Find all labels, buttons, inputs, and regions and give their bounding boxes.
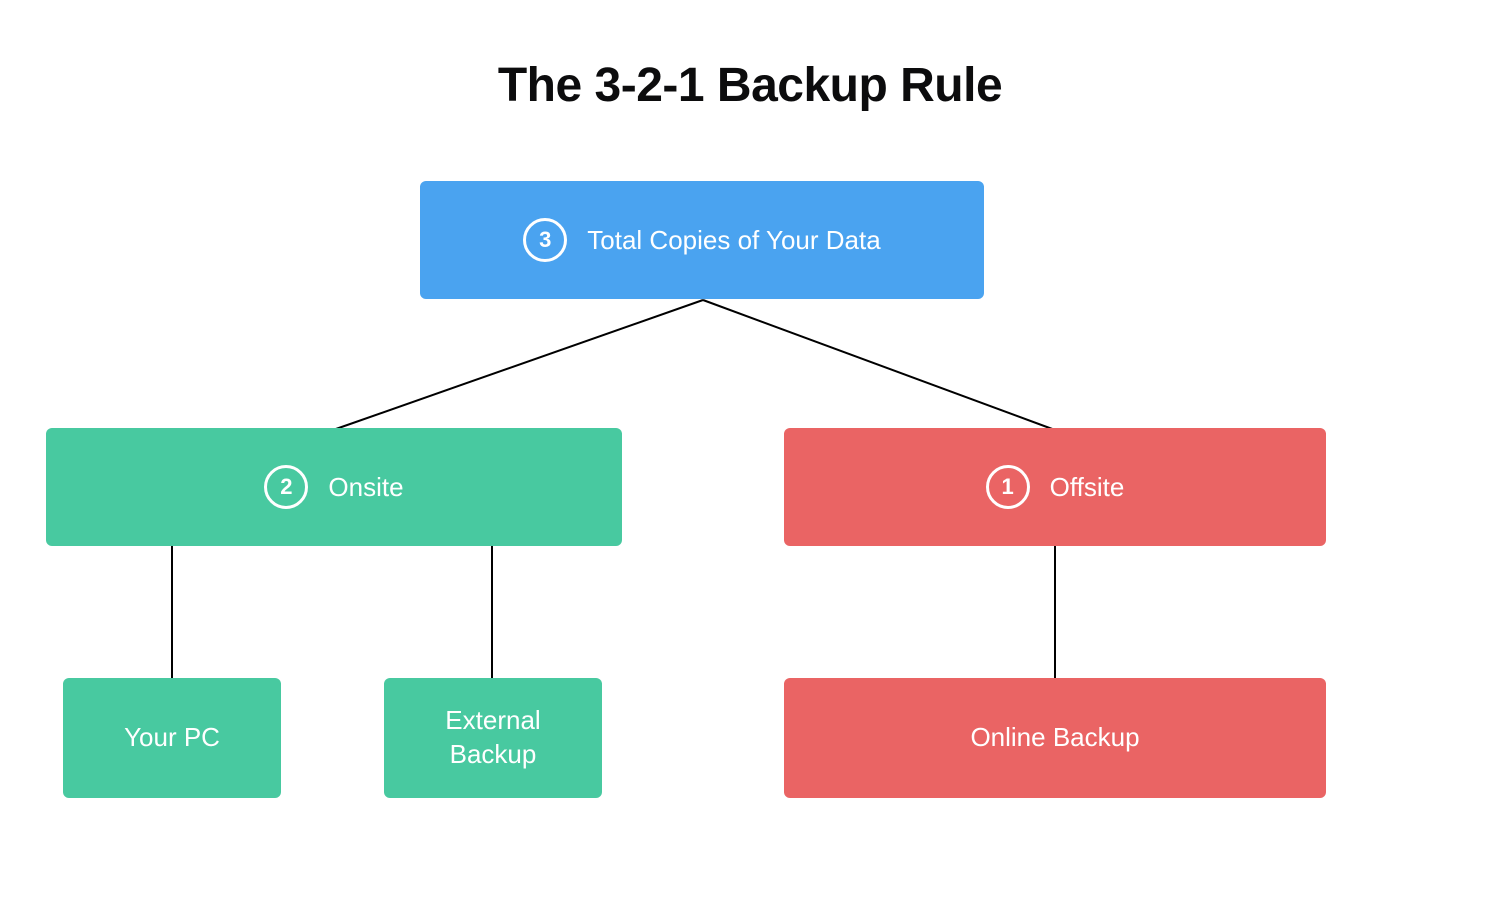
leaf-your-pc: Your PC: [63, 678, 281, 798]
branch-onsite: 2 Onsite: [46, 428, 622, 546]
branch-offsite: 1 Offsite: [784, 428, 1326, 546]
leaf-online-backup-label: Online Backup: [970, 721, 1139, 755]
leaf-external-backup: External Backup: [384, 678, 602, 798]
branch-onsite-badge: 2: [264, 465, 308, 509]
branch-onsite-label: Onsite: [328, 472, 403, 503]
root-number: 3: [539, 227, 551, 253]
diagram-title: The 3-2-1 Backup Rule: [0, 0, 1500, 113]
branch-onsite-number: 2: [280, 474, 292, 500]
branch-offsite-label: Offsite: [1050, 472, 1125, 503]
root-badge: 3: [523, 218, 567, 262]
root-node: 3 Total Copies of Your Data: [420, 181, 984, 299]
branch-offsite-badge: 1: [986, 465, 1030, 509]
leaf-online-backup: Online Backup: [784, 678, 1326, 798]
leaf-your-pc-label: Your PC: [124, 721, 220, 755]
root-label: Total Copies of Your Data: [587, 225, 880, 256]
leaf-external-backup-label: External Backup: [418, 704, 568, 772]
branch-offsite-number: 1: [1002, 474, 1014, 500]
